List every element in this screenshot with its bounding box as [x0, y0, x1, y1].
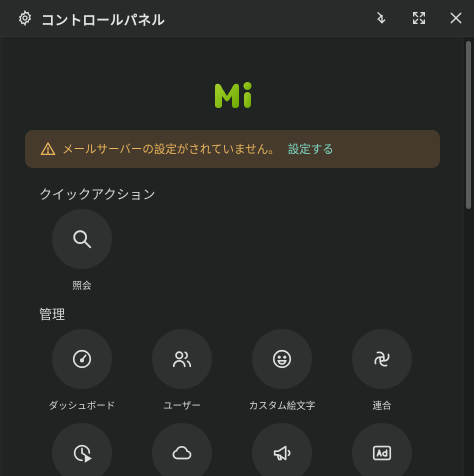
- admin-item-custom-emoji[interactable]: カスタム絵文字: [232, 329, 332, 412]
- fullscreen-icon[interactable]: [411, 10, 427, 26]
- gear-icon: [18, 10, 32, 26]
- panel-content: メールサーバーの設定がされていません。 設定する クイックアクション 照会 管理 …: [3, 37, 463, 476]
- admin-section-title: 管理: [39, 308, 66, 323]
- admin-item-users[interactable]: ユーザー: [132, 329, 232, 412]
- admin-item-ads[interactable]: [332, 423, 432, 476]
- misskey-logo: [215, 82, 252, 108]
- quick-actions-title: クイックアクション: [39, 188, 156, 203]
- files-button[interactable]: [152, 423, 212, 476]
- vertical-scrollbar[interactable]: [464, 37, 474, 476]
- cloud-icon: [172, 446, 192, 460]
- window-titlebar: コントロールパネル: [0, 0, 474, 37]
- users-button[interactable]: [152, 329, 212, 389]
- whirl-icon: [374, 351, 390, 367]
- warning-icon: [40, 142, 56, 155]
- search-icon: [73, 230, 92, 249]
- dashboard-button[interactable]: [52, 329, 112, 389]
- admin-item-federation[interactable]: 連合: [332, 329, 432, 412]
- go-to-page-icon[interactable]: [374, 10, 390, 26]
- megaphone-icon: [273, 445, 291, 461]
- scrollbar-thumb[interactable]: [466, 41, 471, 209]
- custom-emoji-button[interactable]: [252, 329, 312, 389]
- custom-emoji-label: カスタム絵文字: [248, 401, 316, 412]
- federation-label: 連合: [372, 401, 392, 412]
- lookup-button[interactable]: [52, 209, 112, 269]
- admin-item-dashboard[interactable]: ダッシュボード: [32, 329, 132, 412]
- ads-button[interactable]: [352, 423, 412, 476]
- users-icon: [172, 351, 192, 368]
- federation-button[interactable]: [352, 329, 412, 389]
- admin-item-files[interactable]: [132, 423, 232, 476]
- jobqueue-button[interactable]: [52, 423, 112, 476]
- announcements-button[interactable]: [252, 423, 312, 476]
- emoji-icon: [272, 349, 292, 369]
- users-label: ユーザー: [163, 401, 201, 412]
- gauge-icon: [72, 349, 92, 369]
- admin-item-announcements[interactable]: [232, 423, 332, 476]
- close-icon[interactable]: [448, 10, 464, 26]
- warning-text: メールサーバーの設定がされていません。 設定する: [62, 141, 334, 157]
- lookup-label: 照会: [72, 281, 92, 292]
- ad-icon: [372, 445, 392, 461]
- mail-server-warning: メールサーバーの設定がされていません。 設定する: [25, 130, 440, 168]
- warning-message: メールサーバーの設定がされていません。: [62, 142, 280, 156]
- admin-item-jobqueue[interactable]: [32, 423, 132, 476]
- warning-settings-link[interactable]: 設定する: [288, 142, 334, 156]
- dashboard-label: ダッシュボード: [48, 401, 116, 412]
- control-panel-window: コントロールパネル メールサーバーの設定がされていません。 設定する クイックア…: [0, 0, 474, 476]
- clock-play-icon: [73, 444, 92, 463]
- quick-action-lookup[interactable]: 照会: [32, 209, 132, 292]
- window-title: コントロールパネル: [41, 13, 166, 29]
